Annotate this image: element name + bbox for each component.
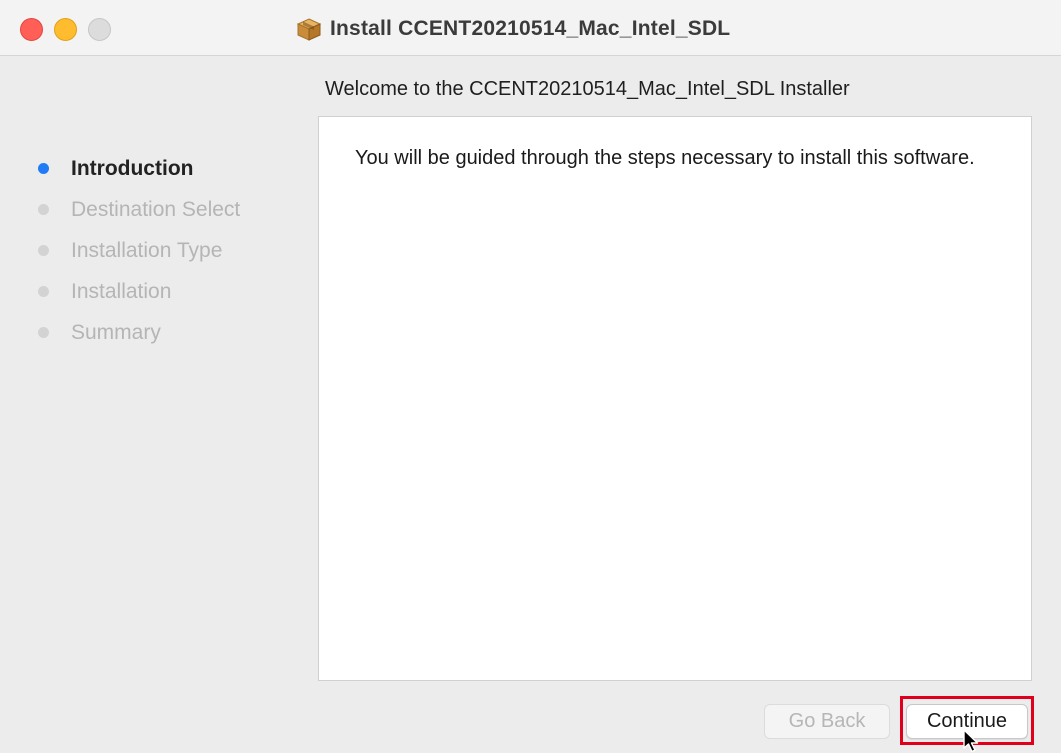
intro-message: You will be guided through the steps nec… (355, 147, 975, 169)
step-label: Installation (71, 279, 172, 303)
page-title: Welcome to the CCENT20210514_Mac_Intel_S… (325, 78, 850, 100)
installer-content: Welcome to the CCENT20210514_Mac_Intel_S… (0, 56, 1061, 753)
window-title-group: Install CCENT20210514_Mac_Intel_SDL (296, 14, 730, 44)
step-indicator-dot (38, 327, 49, 338)
step-introduction: Introduction (38, 148, 240, 189)
close-window-button[interactable] (20, 18, 43, 41)
minimize-window-button[interactable] (54, 18, 77, 41)
go-back-button[interactable]: Go Back (764, 704, 890, 739)
zoom-window-button[interactable] (88, 18, 111, 41)
mouse-pointer-icon (963, 729, 979, 753)
window-title: Install CCENT20210514_Mac_Intel_SDL (330, 17, 731, 40)
step-indicator-dot (38, 245, 49, 256)
step-label: Summary (71, 320, 161, 344)
step-installation: Installation (38, 271, 240, 312)
installer-window: Install CCENT20210514_Mac_Intel_SDL Welc… (0, 0, 1061, 753)
installer-steps: Introduction Destination Select Installa… (38, 148, 240, 353)
step-label: Introduction (71, 156, 194, 180)
step-label: Installation Type (71, 238, 223, 262)
title-bar[interactable]: Install CCENT20210514_Mac_Intel_SDL (0, 0, 1061, 56)
step-summary: Summary (38, 312, 240, 353)
step-label: Destination Select (71, 197, 241, 221)
step-installation-type: Installation Type (38, 230, 240, 271)
package-icon (296, 18, 322, 41)
step-indicator-dot (38, 286, 49, 297)
content-panel: You will be guided through the steps nec… (318, 116, 1032, 681)
step-indicator-dot (38, 204, 49, 215)
step-indicator-dot (38, 163, 49, 174)
step-destination-select: Destination Select (38, 189, 240, 230)
